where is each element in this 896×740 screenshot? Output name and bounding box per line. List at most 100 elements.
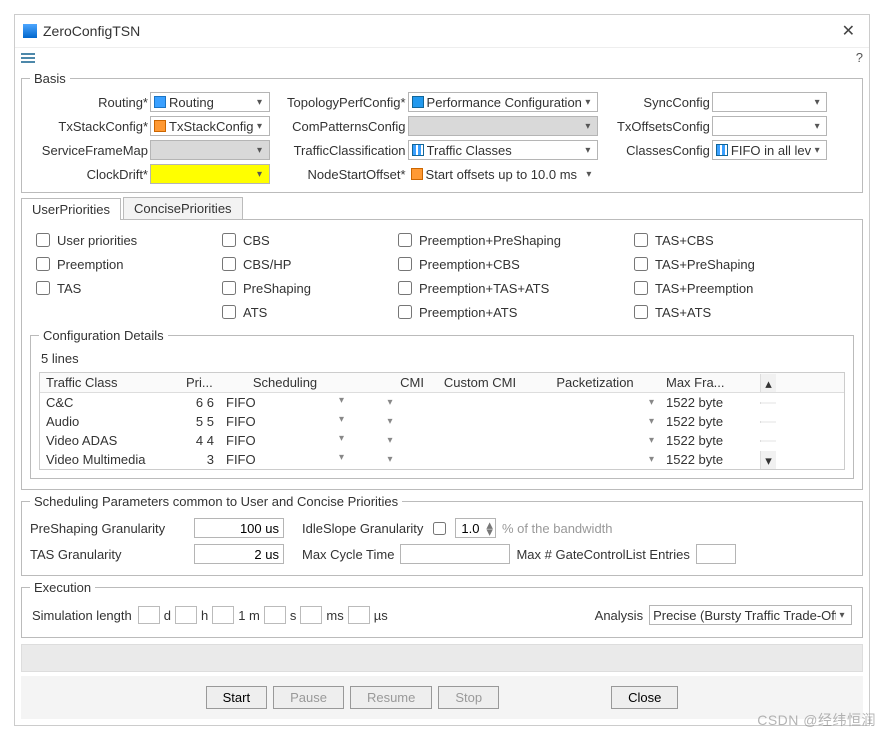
chevron-down-icon: ▾ [811, 121, 823, 132]
scroll-up-icon[interactable]: ▴ [760, 374, 776, 392]
config-table: Traffic Class Pri... Scheduling CMI Cust… [39, 372, 845, 470]
nodeoff-icon [411, 168, 423, 180]
clock-label: ClockDrift* [30, 167, 150, 182]
sim-h-input[interactable] [175, 606, 197, 624]
chk-user-priorities[interactable] [36, 233, 50, 247]
tas-input[interactable] [194, 544, 284, 564]
chk-tas-ats[interactable] [634, 305, 648, 319]
chevron-down-icon: ▾ [254, 97, 266, 108]
routing-combo[interactable]: Routing▾ [150, 92, 270, 112]
pause-button[interactable]: Pause [273, 686, 344, 709]
start-button[interactable]: Start [206, 686, 267, 709]
clock-combo[interactable]: ▾ [150, 164, 270, 184]
chk-preemption-preshaping[interactable] [398, 233, 412, 247]
txoff-label: TxOffsetsConfig [602, 119, 712, 134]
idle-check[interactable] [433, 522, 446, 535]
resume-button[interactable]: Resume [350, 686, 432, 709]
txstack-combo[interactable]: TxStackConfig▾ [150, 116, 270, 136]
topo-label: TopologyPerfConfig* [274, 95, 408, 110]
chk-ats[interactable] [222, 305, 236, 319]
simlen-label: Simulation length [32, 608, 132, 623]
classes-label: ClassesConfig [602, 143, 712, 158]
nodeoff-combo[interactable]: Start offsets up to 10.0 ms▾ [408, 164, 598, 184]
chevron-down-icon: ▾ [582, 97, 594, 108]
traf-combo[interactable]: Traffic Classes▾ [408, 140, 598, 160]
menu-icon[interactable] [21, 53, 35, 63]
chk-preemption-tas-ats[interactable] [398, 281, 412, 295]
sync-combo[interactable]: ▾ [712, 92, 827, 112]
stop-button[interactable]: Stop [438, 686, 499, 709]
preshape-input[interactable] [194, 518, 284, 538]
nodeoff-label: NodeStartOffset* [274, 167, 408, 182]
topo-combo[interactable]: Performance Configuration▾ [408, 92, 598, 112]
preshape-label: PreShaping Granularity [30, 521, 188, 536]
execution-group: Execution Simulation length dh1 msmsµs A… [21, 580, 863, 638]
tas-label: TAS Granularity [30, 547, 188, 562]
config-details-group: Configuration Details 5 lines Traffic Cl… [30, 328, 854, 479]
chk-preemption-ats[interactable] [398, 305, 412, 319]
lines-count: 5 lines [39, 349, 845, 368]
chevron-down-icon: ▾ [254, 169, 266, 180]
classes-combo[interactable]: FIFO in all lev▾ [712, 140, 827, 160]
chevron-down-icon: ▾ [583, 169, 595, 180]
chevron-down-icon: ▾ [254, 121, 266, 132]
progress-area [21, 644, 863, 672]
txstack-label: TxStackConfig* [30, 119, 150, 134]
tab-concise-priorities[interactable]: ConcisePriorities [123, 197, 243, 219]
chevron-down-icon: ▾ [811, 145, 823, 156]
sim-1 m-input[interactable] [212, 606, 234, 624]
sfm-combo[interactable]: ▾ [150, 140, 270, 160]
idle-note: % of the bandwidth [502, 521, 613, 536]
table-header: Traffic Class Pri... Scheduling CMI Cust… [40, 373, 844, 393]
chevron-down-icon: ▾ [811, 97, 823, 108]
maxgate-input[interactable] [696, 544, 736, 564]
txoff-combo[interactable]: ▾ [712, 116, 827, 136]
basis-group: Basis Routing* Routing▾ TopologyPerfConf… [21, 71, 863, 193]
sim-ms-input[interactable] [300, 606, 322, 624]
table-row[interactable]: Video ADAS4 4FIFO▾▾▾1522 byte [40, 431, 844, 450]
chevron-down-icon: ▾ [254, 145, 266, 156]
chk-tas-cbs[interactable] [634, 233, 648, 247]
chk-preemption-cbs[interactable] [398, 257, 412, 271]
tab-user-priorities[interactable]: UserPriorities [21, 198, 121, 220]
traffic-icon [412, 144, 424, 156]
idle-spin[interactable]: ▴▾ [455, 518, 496, 538]
sim-s-input[interactable] [264, 606, 286, 624]
priority-checks: User priorities CBS Preemption+PreShapin… [24, 222, 860, 324]
compat-label: ComPatternsConfig [274, 119, 408, 134]
sched-legend: Scheduling Parameters common to User and… [30, 494, 402, 509]
idle-label: IdleSlope Granularity [302, 521, 423, 536]
close-icon[interactable]: ✕ [836, 21, 861, 41]
chevron-down-icon: ▾ [582, 145, 594, 156]
table-row[interactable]: Video Multimedia3FIFO▾▾▾1522 byte▾ [40, 450, 844, 469]
sim-units: dh1 msmsµs [138, 606, 388, 624]
analysis-combo[interactable]: Precise (Bursty Traffic Trade-Off)▾ [649, 605, 852, 625]
help-icon[interactable]: ? [856, 50, 863, 65]
table-row[interactable]: C&C6 6FIFO▾▾▾1522 byte [40, 393, 844, 412]
maxcycle-input[interactable] [400, 544, 510, 564]
chk-preemption[interactable] [36, 257, 50, 271]
watermark: CSDN @经纬恒润 [757, 710, 876, 730]
chk-preshaping[interactable] [222, 281, 236, 295]
chk-cbs-hp[interactable] [222, 257, 236, 271]
close-button[interactable]: Close [611, 686, 678, 709]
sync-label: SyncConfig [602, 95, 712, 110]
button-bar: Start Pause Resume Stop Close [21, 676, 863, 719]
maxcycle-label: Max Cycle Time [302, 547, 394, 562]
table-row[interactable]: Audio5 5FIFO▾▾▾1522 byte [40, 412, 844, 431]
chevron-down-icon: ▾ [836, 610, 848, 621]
sched-params-group: Scheduling Parameters common to User and… [21, 494, 863, 576]
chk-cbs[interactable] [222, 233, 236, 247]
app-window: ZeroConfigTSN ✕ ? Basis Routing* Routing… [14, 14, 870, 726]
chk-tas-preshaping[interactable] [634, 257, 648, 271]
compat-combo[interactable]: ▾ [408, 116, 598, 136]
chk-tas-preemption[interactable] [634, 281, 648, 295]
top-strip: ? [15, 48, 869, 67]
sim-µs-input[interactable] [348, 606, 370, 624]
titlebar: ZeroConfigTSN ✕ [15, 15, 869, 48]
sim-d-input[interactable] [138, 606, 160, 624]
chevron-down-icon: ▾ [582, 121, 594, 132]
classes-icon [716, 144, 728, 156]
maxgate-label: Max # GateControlList Entries [516, 547, 689, 562]
chk-tas[interactable] [36, 281, 50, 295]
